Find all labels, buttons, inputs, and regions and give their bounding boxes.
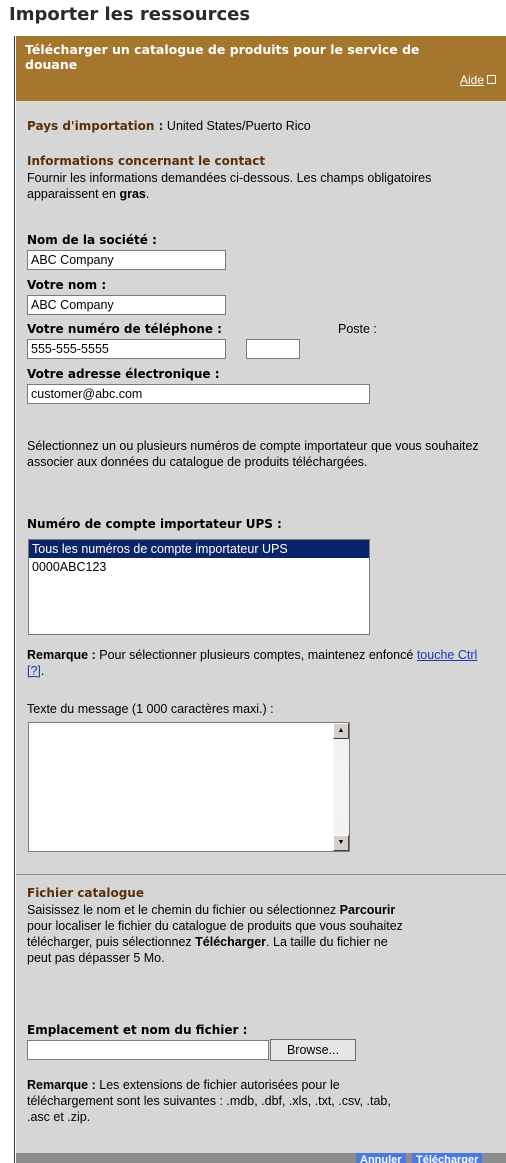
upload-button[interactable]: Télécharger	[412, 1153, 483, 1163]
help-link[interactable]: Aide	[460, 73, 497, 87]
external-link-icon	[487, 75, 497, 84]
email-label: Votre adresse électronique :	[27, 367, 220, 381]
accounts-label: Numéro de compte importateur UPS :	[27, 517, 282, 531]
phone-input[interactable]: 555-555-5555	[27, 339, 226, 359]
company-input[interactable]: ABC Company	[27, 250, 226, 270]
import-country-value: United States/Puerto Rico	[166, 119, 311, 133]
email-input[interactable]: customer@abc.com	[27, 384, 370, 404]
catalog-instructions: Saisissez le nom et le chemin du fichier…	[27, 902, 497, 966]
catalog-instructions-text: . La taille du fichier ne	[266, 935, 388, 949]
catalog-note-text: Les extensions de fichier autorisées pou…	[99, 1078, 340, 1092]
catalog-note-line: .asc et .zip.	[27, 1110, 91, 1124]
scroll-up-arrow-icon[interactable]: ▲	[333, 723, 349, 739]
file-path-input[interactable]	[27, 1040, 269, 1060]
contact-instructions-end: .	[145, 187, 150, 201]
name-input[interactable]: ABC Company	[27, 295, 226, 315]
company-label: Nom de la société :	[27, 233, 157, 247]
page-title: Importer les ressources	[9, 4, 251, 25]
catalog-instructions-bold: Télécharger	[195, 935, 267, 949]
file-location-label: Emplacement et nom du fichier :	[27, 1023, 248, 1037]
contact-instructions: Fournir les informations demandées ci-de…	[27, 170, 482, 202]
accounts-note-text: Pour sélectionner plusieurs comptes, mai…	[99, 648, 414, 662]
catalog-instructions-line: peut pas dépasser 5 Mo.	[27, 951, 165, 965]
import-country-label: Pays d'importation :	[27, 119, 164, 133]
account-option-all[interactable]: Tous les numéros de compte importateur U…	[29, 540, 369, 558]
accounts-note: Remarque : Pour sélectionner plusieurs c…	[27, 647, 497, 679]
panel-title: Télécharger un catalogue de produits pou…	[25, 42, 420, 72]
catalog-instructions-bold: Parcourir	[339, 903, 396, 917]
extension-label: Poste :	[338, 322, 377, 336]
catalog-note-line: téléchargement sont les suivantes : .mdb…	[27, 1094, 391, 1108]
catalog-note-line: Remarque : Les extensions de fichier aut…	[27, 1077, 497, 1093]
catalog-heading: Fichier catalogue	[27, 886, 144, 900]
account-number-listbox[interactable]: Tous les numéros de compte importateur U…	[28, 539, 370, 635]
contact-instructions-text: Fournir les informations demandées ci-de…	[27, 171, 432, 201]
upload-catalog-panel: Télécharger un catalogue de produits pou…	[16, 36, 506, 1163]
contact-heading: Informations concernant le contact	[27, 154, 266, 168]
section-divider	[16, 874, 506, 875]
catalog-instructions-line: pour localiser le fichier du catalogue d…	[27, 919, 403, 933]
accounts-note-end: .	[40, 664, 45, 678]
import-country-row: Pays d'importation : United States/Puert…	[27, 119, 311, 133]
help-link-label[interactable]: Aide	[460, 73, 484, 87]
catalog-instructions-line: Saisissez le nom et le chemin du fichier…	[27, 902, 497, 918]
message-label: Texte du message (1 000 caractères maxi.…	[27, 702, 274, 716]
extension-input[interactable]	[246, 339, 300, 359]
scroll-down-arrow-icon[interactable]: ▼	[333, 835, 349, 851]
catalog-instructions-text: télécharger, puis sélectionnez	[27, 935, 192, 949]
browse-button[interactable]: Browse...	[270, 1039, 356, 1061]
left-border	[14, 36, 15, 1163]
contact-instructions-bold: gras	[119, 187, 146, 201]
message-scrollbar[interactable]: ▲ ▼	[333, 723, 349, 851]
message-textarea[interactable]: ▲ ▼	[28, 722, 350, 852]
cancel-button[interactable]: Annuler	[356, 1153, 406, 1163]
panel-header: Télécharger un catalogue de produits pou…	[16, 36, 506, 101]
accounts-note-bold: Remarque :	[27, 648, 96, 662]
name-label: Votre nom :	[27, 278, 107, 292]
catalog-note: Remarque : Les extensions de fichier aut…	[27, 1077, 497, 1125]
footer-bar: Annuler Télécharger	[16, 1153, 506, 1163]
catalog-instructions-line: télécharger, puis sélectionnez Télécharg…	[27, 934, 497, 950]
phone-label: Votre numéro de téléphone :	[27, 322, 222, 336]
catalog-note-bold: Remarque :	[27, 1078, 96, 1092]
catalog-instructions-text: Saisissez le nom et le chemin du fichier…	[27, 903, 337, 917]
account-option[interactable]: 0000ABC123	[29, 558, 369, 576]
accounts-instructions: Sélectionnez un ou plusieurs numéros de …	[27, 439, 479, 469]
